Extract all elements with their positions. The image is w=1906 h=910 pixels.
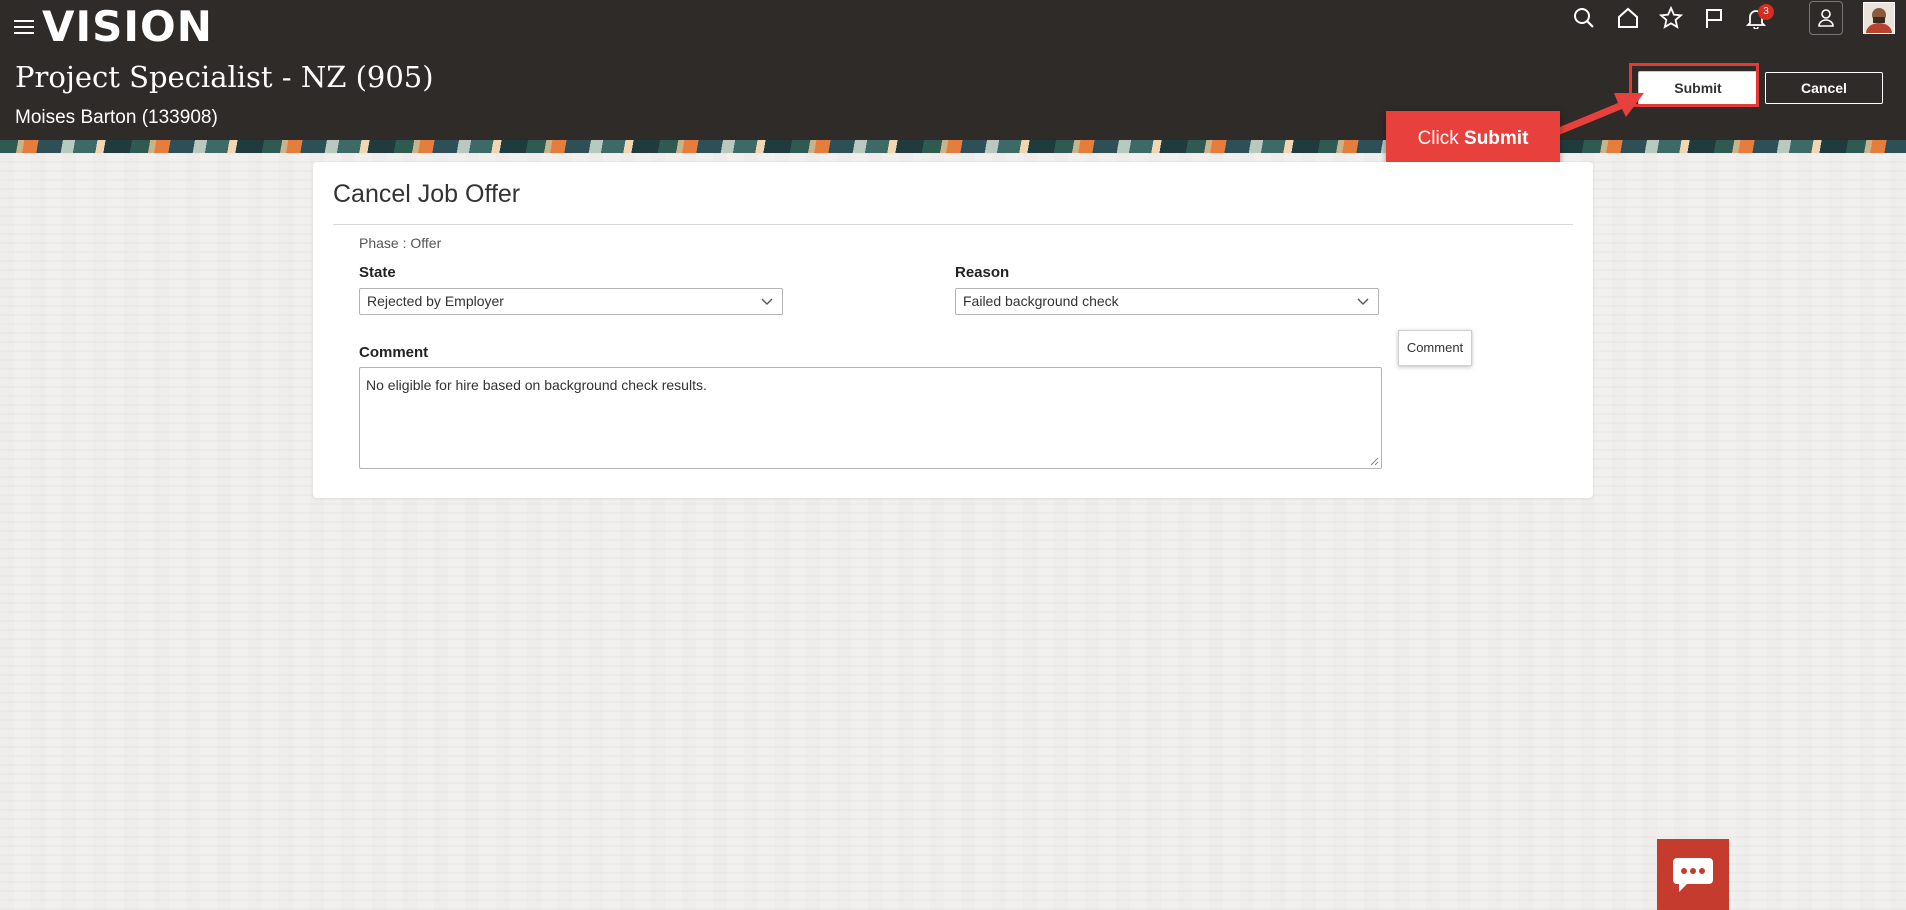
menu-icon[interactable] <box>12 16 36 36</box>
cancel-button[interactable]: Cancel <box>1765 72 1883 104</box>
search-icon[interactable] <box>1566 0 1602 36</box>
home-icon[interactable] <box>1610 0 1646 36</box>
chat-icon <box>1673 857 1713 892</box>
callout-emphasis: Submit <box>1464 128 1529 149</box>
divider <box>333 224 1573 225</box>
reason-value: Failed background check <box>963 293 1119 309</box>
star-icon[interactable] <box>1653 0 1689 36</box>
card-title: Cancel Job Offer <box>333 180 521 208</box>
state-select[interactable]: Rejected by Employer <box>359 288 783 315</box>
reason-label: Reason <box>955 264 1010 281</box>
page-subtitle: Moises Barton (133908) <box>15 107 218 128</box>
user-icon[interactable] <box>1809 1 1843 35</box>
resize-handle-icon[interactable] <box>1370 457 1379 466</box>
reason-select[interactable]: Failed background check <box>955 288 1379 315</box>
chevron-down-icon <box>761 298 773 305</box>
avatar[interactable] <box>1863 2 1895 34</box>
chat-button[interactable] <box>1657 839 1729 910</box>
cancel-job-offer-card: Cancel Job Offer Phase : Offer State Rej… <box>313 162 1593 498</box>
comment-label: Comment <box>359 344 429 361</box>
instruction-callout: Click Submit <box>1386 111 1560 167</box>
callout-prefix: Click <box>1417 128 1465 149</box>
notification-badge: 3 <box>1758 4 1774 20</box>
page-title: Project Specialist - NZ (905) <box>15 60 434 94</box>
comment-textarea[interactable]: No eligible for hire based on background… <box>359 367 1382 469</box>
state-value: Rejected by Employer <box>367 293 504 309</box>
comment-tooltip: Comment <box>1398 330 1472 366</box>
bell-icon[interactable]: 3 <box>1738 0 1774 36</box>
comment-value: No eligible for hire based on background… <box>366 377 707 393</box>
brand-logo[interactable]: VISION <box>42 2 213 51</box>
flag-icon[interactable] <box>1696 0 1732 36</box>
state-label: State <box>359 264 396 281</box>
phase-label: Phase : Offer <box>359 235 442 251</box>
chevron-down-icon <box>1357 298 1369 305</box>
